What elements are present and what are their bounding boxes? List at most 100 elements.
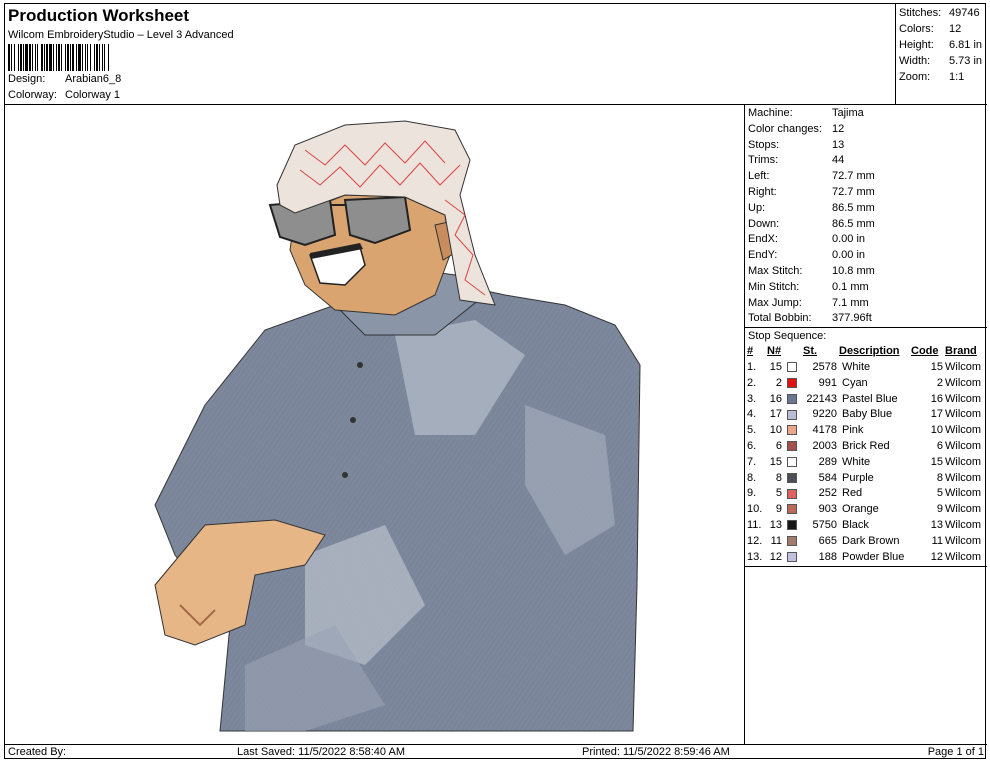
- table-row: 5. 10 4178 Pink 10 Wilcom: [746, 422, 986, 438]
- info-value: 377.96ft: [832, 312, 872, 325]
- stop-index: 3.: [747, 392, 757, 405]
- stop-description: Black: [842, 519, 869, 532]
- info-label: Up:: [748, 201, 766, 214]
- stop-code: 9: [936, 503, 943, 516]
- table-row: 4. 17 9220 Baby Blue 17 Wilcom: [746, 407, 986, 423]
- col-description: Description: [839, 345, 900, 358]
- info-row: Max Jump: 7.1 mm: [748, 296, 987, 312]
- stop-color-cell: [786, 438, 802, 454]
- info-row: Left: 72.7 mm: [748, 169, 987, 185]
- stop-stitches: 289: [818, 455, 837, 468]
- info-value: 0.00 in: [832, 249, 866, 262]
- stop-index: 1.: [747, 361, 757, 374]
- printed-date: Printed: 11/5/2022 8:59:46 AM: [582, 746, 730, 758]
- info-row: EndY: 0.00 in: [748, 248, 987, 264]
- stop-color-cell: [786, 470, 802, 486]
- stop-n: 11: [770, 534, 782, 547]
- info-value: 13: [832, 138, 845, 151]
- color-swatch: [787, 362, 797, 373]
- stop-stitches: 665: [818, 534, 837, 547]
- stat-label: Stitches:: [899, 7, 942, 19]
- info-row: Color changes: 12: [748, 122, 987, 138]
- stop-index: 9.: [747, 487, 757, 500]
- stop-code: 11: [931, 534, 943, 547]
- stop-index: 8.: [747, 471, 757, 484]
- stop-brand: Wilcom: [945, 392, 982, 405]
- table-row: 6. 6 2003 Brick Red 6 Wilcom: [746, 438, 986, 454]
- color-swatch: [787, 377, 797, 388]
- info-row: Down: 86.5 mm: [748, 217, 987, 233]
- info-label: Machine:: [748, 107, 793, 119]
- info-label: Total Bobbin:: [748, 312, 812, 325]
- info-value: 44: [832, 154, 845, 167]
- stop-color-cell: [786, 501, 802, 517]
- info-label: Trims:: [748, 154, 779, 167]
- table-row: 8. 8 584 Purple 8 Wilcom: [746, 470, 986, 486]
- colorway-value: Colorway 1: [65, 89, 121, 101]
- info-label: Left:: [748, 170, 770, 183]
- stop-description: Dark Brown: [842, 534, 900, 547]
- stop-n: 12: [769, 550, 782, 563]
- table-header-row: # N# St. Description Code Brand: [746, 343, 986, 359]
- stop-description: Cyan: [842, 376, 868, 389]
- table-row: 1. 15 2578 White 15 Wilcom: [746, 359, 986, 375]
- stop-stitches: 252: [818, 487, 837, 500]
- stop-description: Orange: [842, 503, 879, 516]
- stop-description: Pink: [842, 424, 864, 437]
- stop-index: 4.: [747, 408, 757, 421]
- info-value: 86.5 mm: [832, 217, 875, 230]
- stop-n: 17: [769, 408, 782, 421]
- stop-description: Red: [842, 487, 863, 500]
- stop-color-cell: [786, 454, 802, 470]
- design-value: Arabian6_8: [65, 73, 122, 85]
- colorway-label: Colorway:: [8, 89, 57, 101]
- colorway-row: Colorway: Colorway 1: [8, 89, 120, 101]
- stop-brand: Wilcom: [945, 408, 982, 421]
- stop-description: Brick Red: [842, 440, 890, 453]
- stop-n: 6: [775, 440, 782, 453]
- software-name: Wilcom EmbroideryStudio – Level 3 Advanc…: [8, 29, 234, 41]
- color-swatch: [787, 472, 797, 483]
- stop-stitches: 991: [818, 376, 837, 389]
- stop-stitches: 9220: [812, 408, 837, 421]
- info-value: 72.7 mm: [832, 170, 875, 183]
- stop-n: 2: [775, 376, 782, 389]
- table-row: 12. 11 665 Dark Brown 11 Wilcom: [746, 533, 986, 549]
- info-label: Min Stitch:: [748, 280, 800, 293]
- stop-brand: Wilcom: [945, 519, 982, 532]
- stop-stitches: 188: [818, 550, 837, 563]
- color-swatch: [787, 504, 797, 515]
- col-color: [786, 343, 802, 359]
- stop-stitches: 903: [818, 503, 837, 516]
- stop-stitches: 22143: [806, 392, 837, 405]
- design-label: Design:: [8, 73, 46, 85]
- info-row: EndX: 0.00 in: [748, 232, 987, 248]
- table-divider: [745, 565, 987, 567]
- stop-color-cell: [786, 359, 802, 375]
- stop-n: 13: [769, 519, 782, 532]
- color-swatch: [787, 488, 797, 499]
- col-index: #: [747, 345, 754, 358]
- stat-label: Colors:: [899, 23, 934, 35]
- stop-code: 12: [930, 550, 943, 563]
- stat-row: Width: 5.73 in: [899, 53, 987, 69]
- info-label: Stops:: [748, 138, 780, 151]
- stat-value: 49746: [949, 7, 980, 19]
- barcode-bar: [109, 44, 111, 71]
- table-row: 9. 5 252 Red 5 Wilcom: [746, 486, 986, 502]
- stop-description: Powder Blue: [842, 550, 905, 563]
- stop-index: 13.: [747, 550, 763, 563]
- color-swatch: [787, 456, 797, 467]
- info-row: Trims: 44: [748, 153, 987, 169]
- color-swatch: [787, 535, 797, 546]
- stat-value: 12: [949, 23, 962, 35]
- created-by: Created By:: [8, 746, 67, 758]
- info-label: Down:: [748, 217, 780, 230]
- col-n: N#: [767, 345, 782, 358]
- stop-brand: Wilcom: [945, 471, 982, 484]
- stop-sequence-title: Stop Sequence:: [745, 327, 987, 343]
- production-worksheet: Production Worksheet Wilcom EmbroiderySt…: [4, 3, 987, 759]
- stop-n: 15: [769, 361, 782, 374]
- stop-index: 2.: [747, 376, 757, 389]
- stop-n: 8: [775, 471, 782, 484]
